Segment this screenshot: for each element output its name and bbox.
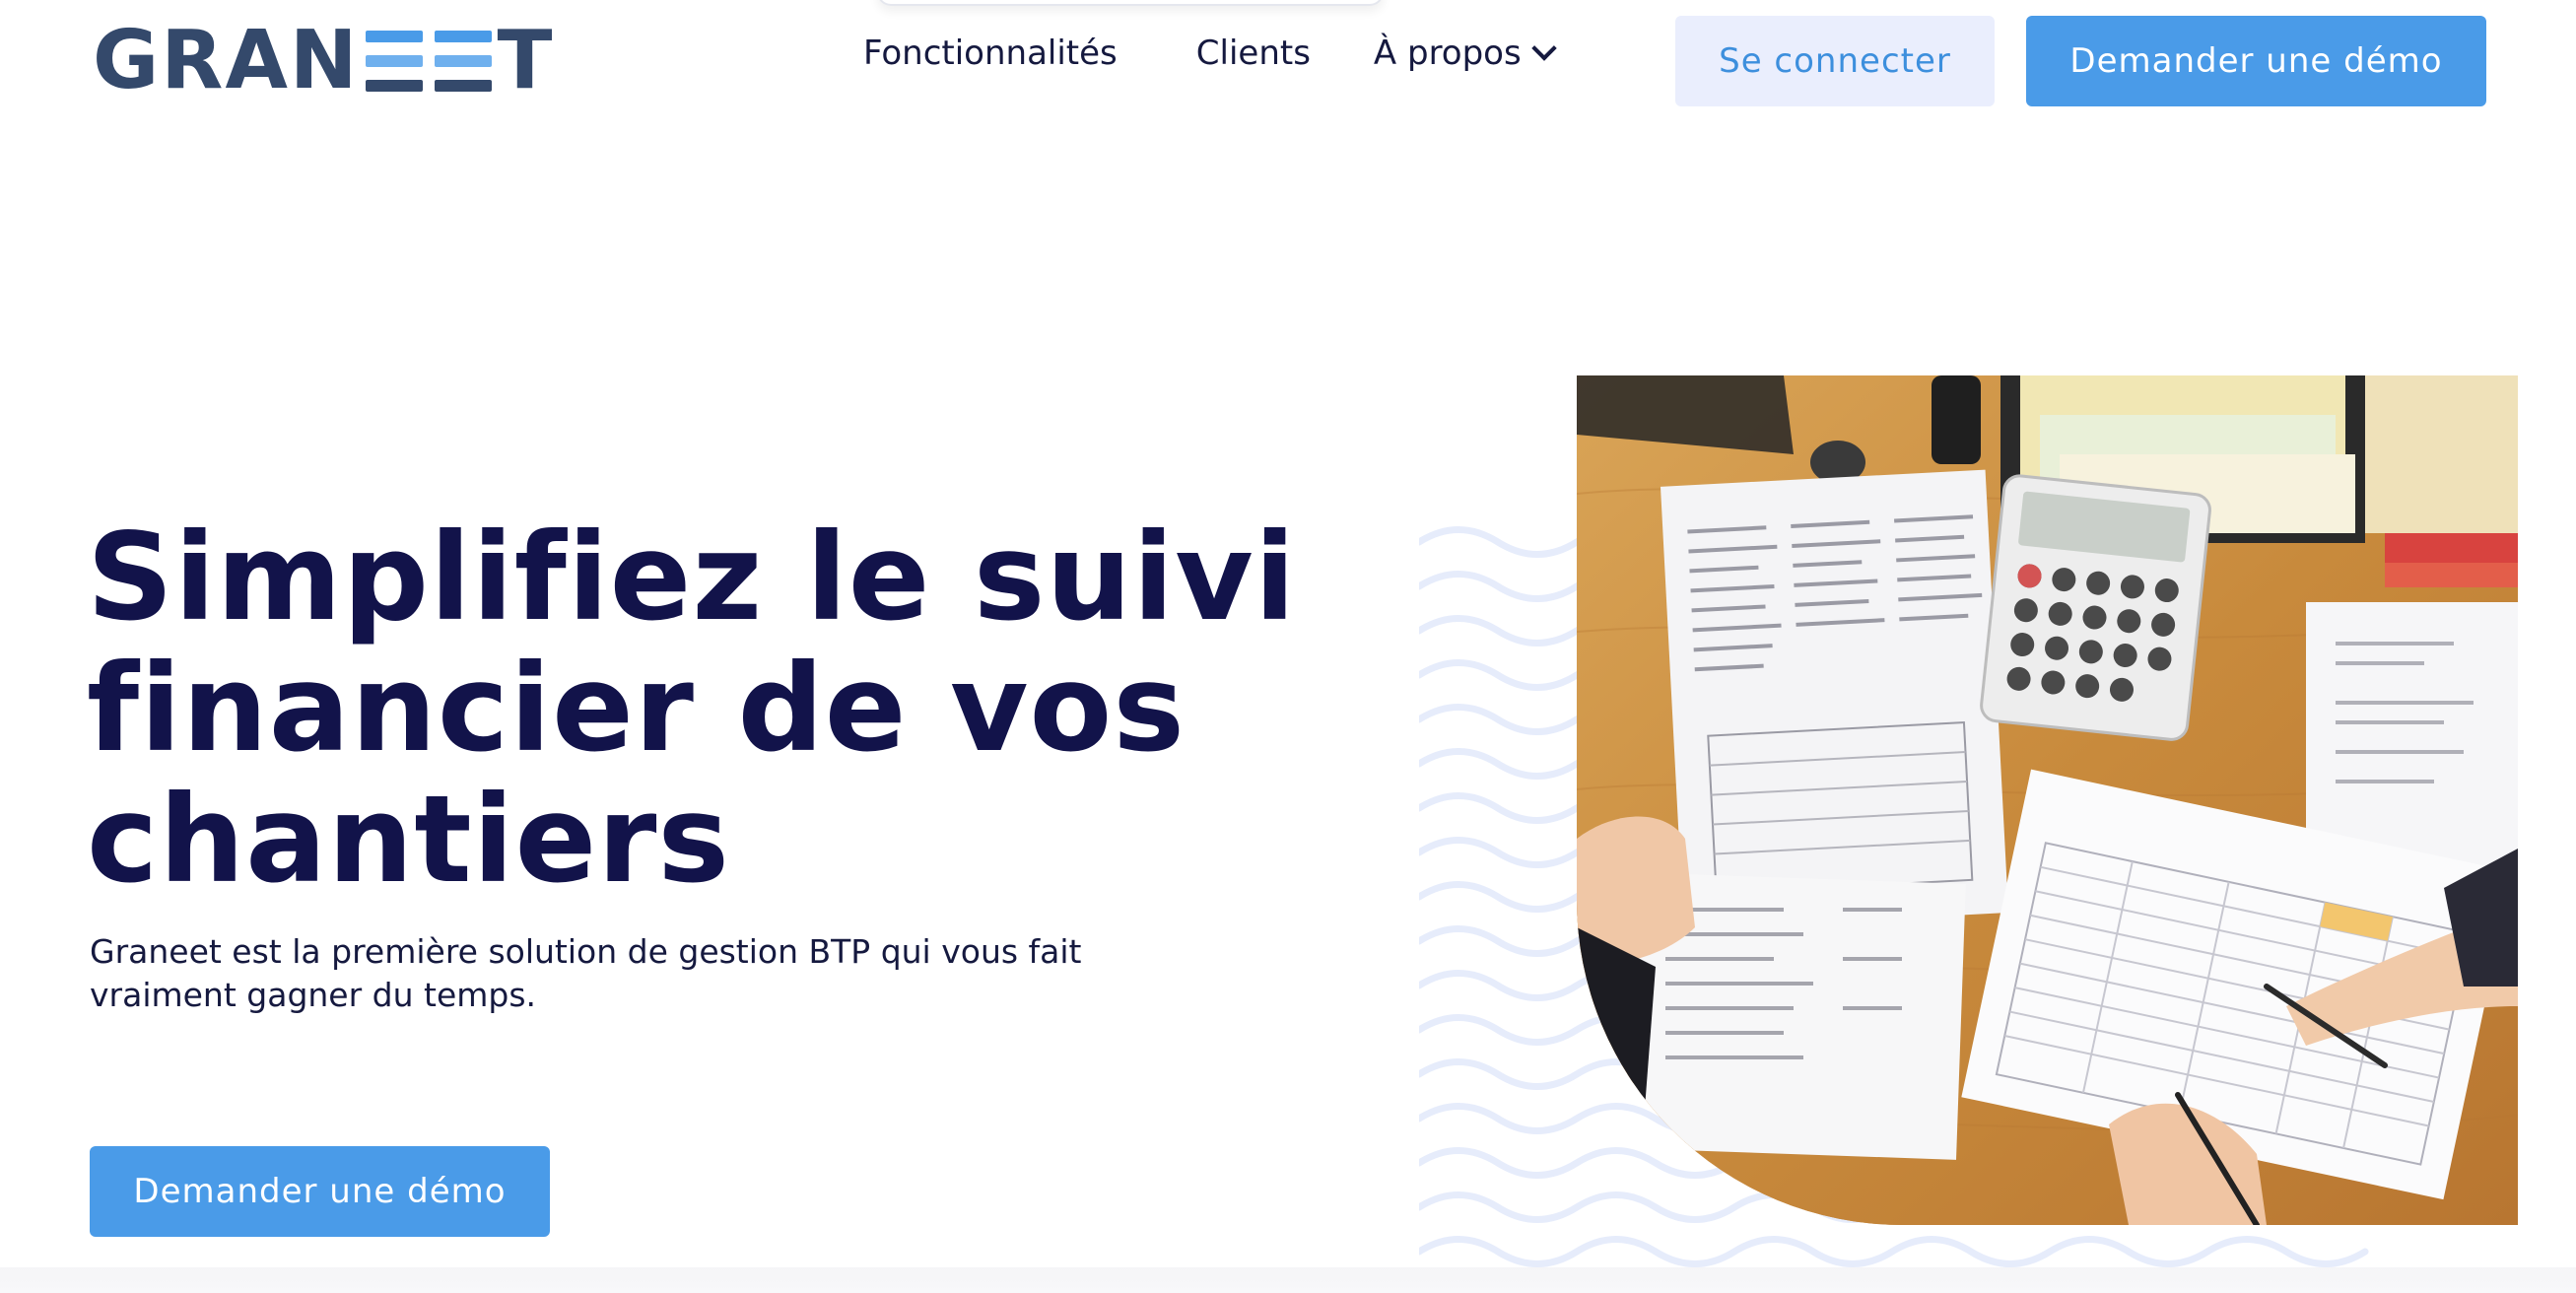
nav-link-label: Clients	[1195, 34, 1311, 73]
nav-link-clients[interactable]: Clients	[1196, 34, 1311, 73]
nav-link-label: À propos	[1373, 34, 1522, 73]
hero-subtitle-line: Graneet est la première solution de gest…	[90, 932, 1082, 971]
chevron-down-icon	[1530, 35, 1557, 61]
logo-text-left: GRAN	[93, 14, 360, 107]
desk-illustration	[1577, 375, 2518, 1225]
hero-subtitle-line: vraiment gagner du temps.	[90, 976, 537, 1014]
login-button[interactable]: Se connecter	[1675, 16, 1995, 106]
main-nav: Fonctionnalités Clients À propos	[863, 34, 1557, 73]
request-demo-button[interactable]: Demander une démo	[2026, 16, 2486, 106]
site-header: GRAN T Fonctionnalités Clients À propos …	[0, 0, 2576, 128]
logo-e-mark	[365, 31, 423, 92]
nav-link-label: Fonctionnalités	[863, 34, 1118, 73]
hero-title-line: Simplifiez le suivi	[87, 508, 1297, 647]
hero-subtitle: Graneet est la première solution de gest…	[90, 930, 1134, 1017]
hero-title-line: chantiers	[87, 770, 731, 910]
nav-link-about[interactable]: À propos	[1373, 34, 1557, 73]
logo-text-right: T	[497, 14, 555, 107]
logo-e-mark	[434, 31, 492, 92]
nav-link-features[interactable]: Fonctionnalités	[863, 34, 1118, 73]
graneet-logo[interactable]: GRAN T	[93, 14, 555, 107]
hero-photo-accounting-desk	[1577, 375, 2518, 1225]
hero-request-demo-button[interactable]: Demander une démo	[90, 1146, 550, 1237]
hero-title-line: financier de vos	[87, 639, 1186, 779]
section-divider	[0, 1267, 2576, 1293]
hero-title: Simplifiez le suivi financier de vos cha…	[87, 512, 1368, 906]
